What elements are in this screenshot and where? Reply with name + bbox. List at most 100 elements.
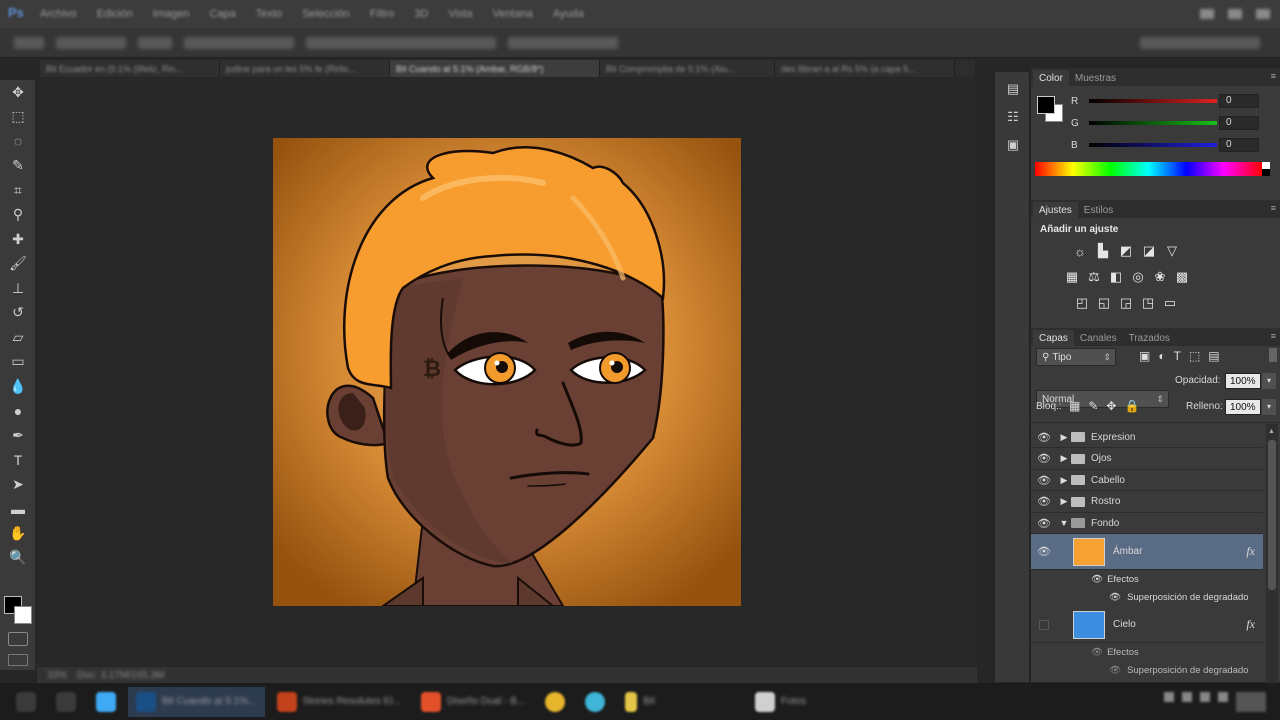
character-panel-icon[interactable]: ▣	[995, 134, 1031, 156]
maximize-button[interactable]	[1228, 9, 1242, 19]
effect-item-gradient-overlay[interactable]: 👁 Superposición de degradado	[1031, 661, 1263, 679]
start-button[interactable]	[8, 687, 44, 717]
path-selection-tool-icon[interactable]: ➤	[0, 472, 36, 497]
workspace-switcher[interactable]	[1140, 36, 1260, 49]
gradient-tool-icon[interactable]: ▭	[0, 350, 36, 375]
scrollbar-thumb[interactable]	[1268, 440, 1276, 590]
auto-select-option[interactable]	[56, 36, 126, 49]
panel-menu-icon[interactable]: ≡	[1271, 203, 1276, 213]
type-tool-icon[interactable]: T	[0, 448, 36, 473]
expand-arrow-icon[interactable]: ▶	[1057, 453, 1071, 464]
blue-value-input[interactable]: 0	[1219, 138, 1259, 152]
show-transform-controls[interactable]	[184, 36, 294, 49]
opacity-input[interactable]: 100%	[1225, 373, 1261, 389]
effect-item-gradient-overlay[interactable]: 👁 Superposición de degradado	[1031, 588, 1263, 606]
marquee-tool-icon[interactable]: ⬚	[0, 105, 36, 130]
foreground-color-swatch[interactable]	[1037, 96, 1055, 114]
zoom-tool-icon[interactable]: 🔍	[0, 546, 36, 571]
brush-tool-icon[interactable]: 🖌	[0, 252, 36, 277]
quick-mask-icon[interactable]	[8, 632, 28, 646]
menu-3d[interactable]: 3D	[414, 8, 428, 20]
levels-icon[interactable]: ▙	[1094, 242, 1112, 260]
green-value-input[interactable]: 0	[1219, 116, 1259, 130]
visibility-eye-icon[interactable]: 👁	[1109, 592, 1121, 603]
pen-tool-icon[interactable]: ✒	[0, 423, 36, 448]
taskbar-app[interactable]	[577, 687, 613, 717]
auto-select-target[interactable]	[138, 36, 172, 49]
taskbar-app-photos[interactable]: Fotos	[747, 687, 814, 717]
blur-tool-icon[interactable]: 💧	[0, 374, 36, 399]
foreground-background-colors[interactable]	[4, 596, 34, 626]
healing-brush-tool-icon[interactable]: ✚	[0, 227, 36, 252]
lock-position-icon[interactable]: ✥	[1106, 399, 1116, 413]
tab-estilos[interactable]: Estilos	[1078, 202, 1119, 218]
color-balance-icon[interactable]: ⚖	[1085, 268, 1103, 286]
visibility-eye-icon[interactable]: 👁	[1109, 665, 1121, 676]
tray-icon[interactable]	[1218, 691, 1228, 702]
expand-arrow-icon[interactable]: ▶	[1057, 496, 1071, 507]
rectangle-tool-icon[interactable]: ▬	[0, 497, 36, 522]
tab-color[interactable]: Color	[1033, 70, 1069, 86]
distribute-buttons[interactable]	[508, 36, 618, 49]
quick-selection-tool-icon[interactable]: ✎	[0, 154, 36, 179]
panel-menu-icon[interactable]: ≡	[1271, 71, 1276, 81]
visibility-eye-icon[interactable]: 👁	[1031, 495, 1057, 508]
crop-tool-icon[interactable]: ⌗	[0, 178, 36, 203]
layer-group-rostro[interactable]: 👁 ▶ Rostro	[1031, 491, 1263, 513]
visibility-eye-icon[interactable]: 👁	[1091, 574, 1103, 585]
photo-filter-icon[interactable]: ◎	[1129, 268, 1147, 286]
layer-filter-select[interactable]: ⚲ Tipo	[1036, 348, 1116, 366]
menu-ayuda[interactable]: Ayuda	[553, 8, 584, 20]
red-slider-track[interactable]	[1089, 99, 1217, 103]
tray-icon[interactable]	[1200, 691, 1210, 702]
properties-panel-icon[interactable]: ☷	[995, 106, 1031, 128]
visibility-eye-icon[interactable]: 👁	[1031, 452, 1057, 465]
brightness-icon[interactable]: ☼	[1071, 242, 1089, 260]
tab-canales[interactable]: Canales	[1074, 330, 1123, 346]
clock[interactable]	[1236, 691, 1266, 712]
blue-slider[interactable]: B 0	[1031, 134, 1280, 156]
expand-arrow-icon[interactable]: ▶	[1057, 475, 1071, 486]
eyedropper-tool-icon[interactable]: ⚲	[0, 203, 36, 228]
move-tool-icon[interactable]: ✥	[0, 80, 36, 105]
menu-imagen[interactable]: Imagen	[153, 8, 190, 20]
effects-row[interactable]: 👁 Efectos	[1031, 643, 1263, 661]
taskbar-app[interactable]	[88, 687, 124, 717]
history-panel-icon[interactable]: ▤	[995, 78, 1031, 100]
menu-capa[interactable]: Capa	[209, 8, 235, 20]
menu-archivo[interactable]: Archivo	[40, 8, 77, 20]
clone-stamp-tool-icon[interactable]: ⊥	[0, 276, 36, 301]
layer-effects-fx-icon[interactable]: fx	[1246, 617, 1255, 632]
tray-icon[interactable]	[1164, 691, 1174, 702]
collapse-arrow-icon[interactable]: ▼	[1057, 518, 1071, 528]
threshold-icon[interactable]: ◲	[1117, 294, 1135, 312]
shape-filter-icon[interactable]: ⬚	[1189, 349, 1200, 363]
layer-group-cabello[interactable]: 👁 ▶ Cabello	[1031, 470, 1263, 491]
adjustment-filter-icon[interactable]: ◐	[1158, 349, 1165, 363]
green-slider-track[interactable]	[1089, 121, 1217, 125]
visibility-toggle-empty[interactable]	[1039, 619, 1049, 630]
taskbar-app-browser[interactable]: Diseño Dual - B...	[413, 687, 533, 717]
layers-scrollbar[interactable]: ▲	[1266, 424, 1278, 706]
layer-group-fondo[interactable]: 👁 ▼ Fondo	[1031, 513, 1263, 534]
menu-vista[interactable]: Vista	[448, 8, 472, 20]
eraser-tool-icon[interactable]: ▱	[0, 325, 36, 350]
document-tab[interactable]: judine para un les 5% fe (Rirllo...	[220, 60, 390, 77]
panel-menu-icon[interactable]: ≡	[1271, 331, 1276, 341]
lock-transparency-icon[interactable]: ▦	[1069, 399, 1080, 413]
green-slider[interactable]: G 0	[1031, 112, 1280, 134]
menu-edicion[interactable]: Edición	[97, 8, 133, 20]
hand-tool-icon[interactable]: ✋	[0, 521, 36, 546]
menu-texto[interactable]: Texto	[256, 8, 282, 20]
document-tab-active[interactable]: Bit Cuando at 5:1% (Ambar, RGB/8*)	[390, 60, 600, 77]
tab-trazados[interactable]: Trazados	[1123, 330, 1176, 346]
close-window-button[interactable]	[1256, 9, 1270, 19]
layer-group-ojos[interactable]: 👁 ▶ Ojos	[1031, 448, 1263, 470]
document-tab[interactable]: des llibrari a al Rs 5% (a capa 5...	[775, 60, 955, 77]
menu-seleccion[interactable]: Selección	[302, 8, 350, 20]
invert-icon[interactable]: ◰	[1073, 294, 1091, 312]
menu-ventana[interactable]: Ventana	[493, 8, 533, 20]
posterize-icon[interactable]: ◱	[1095, 294, 1113, 312]
zoom-readout[interactable]: 33%	[47, 670, 67, 681]
effects-row[interactable]: 👁 Efectos	[1031, 570, 1263, 588]
